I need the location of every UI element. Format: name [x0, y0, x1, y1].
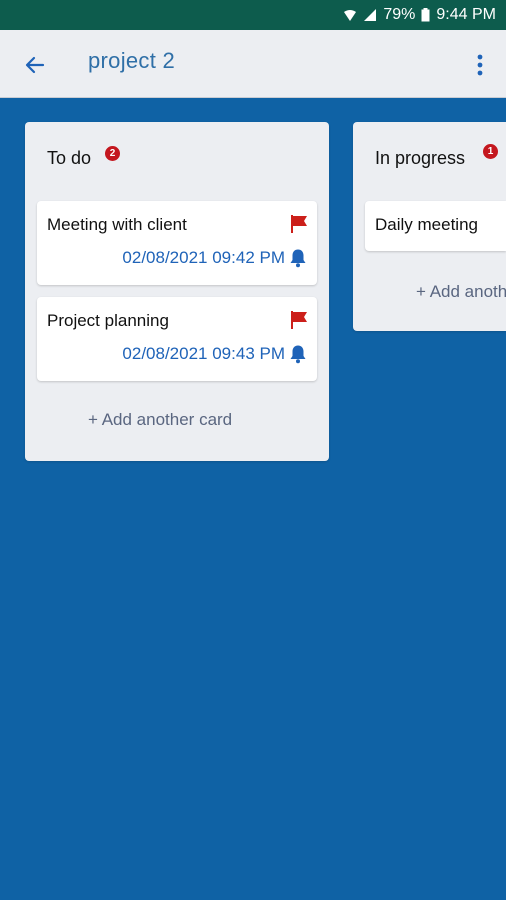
- app-bar: project 2: [0, 30, 506, 98]
- flag-icon: [291, 311, 307, 329]
- more-vert-icon: [477, 54, 483, 76]
- wifi-icon: [343, 8, 357, 22]
- card-title: Project planning: [47, 311, 169, 330]
- clock: 9:44 PM: [436, 6, 496, 23]
- card-title: Daily meeting: [375, 215, 478, 234]
- board-title: project 2: [88, 48, 176, 73]
- card[interactable]: Project planning 02/08/2021 09:43 PM: [37, 297, 317, 381]
- list-in-progress: In progress 1 Daily meeting + Add anothe…: [353, 122, 506, 331]
- card-count-badge: 1: [483, 144, 498, 159]
- card-count-badge: 2: [105, 146, 120, 161]
- back-arrow-icon: [25, 56, 45, 74]
- card-title: Meeting with client: [47, 215, 187, 234]
- card[interactable]: Daily meeting: [365, 201, 506, 251]
- back-button[interactable]: [20, 50, 50, 80]
- overflow-menu-button[interactable]: [470, 50, 490, 80]
- add-card-button[interactable]: + Add another card: [88, 410, 232, 430]
- card-due-date: 02/08/2021 09:42 PM: [122, 248, 285, 267]
- list-title: In progress: [375, 148, 466, 168]
- signal-icon: [363, 8, 377, 22]
- list-title: To do: [47, 148, 92, 168]
- flag-icon: [291, 215, 307, 233]
- bell-icon: [290, 345, 306, 364]
- battery-icon: [421, 8, 430, 22]
- battery-percent: 79%: [383, 6, 416, 23]
- bell-icon: [290, 249, 306, 268]
- card[interactable]: Meeting with client 02/08/2021 09:42 PM: [37, 201, 317, 285]
- card-due-date: 02/08/2021 09:43 PM: [122, 344, 285, 363]
- add-card-button[interactable]: + Add another card: [416, 282, 506, 302]
- list-to-do: To do 2 Meeting with client 02/08/2021 0…: [25, 122, 329, 461]
- add-card-clip: + Add another card: [353, 272, 506, 302]
- status-bar: 79% 9:44 PM: [0, 0, 506, 30]
